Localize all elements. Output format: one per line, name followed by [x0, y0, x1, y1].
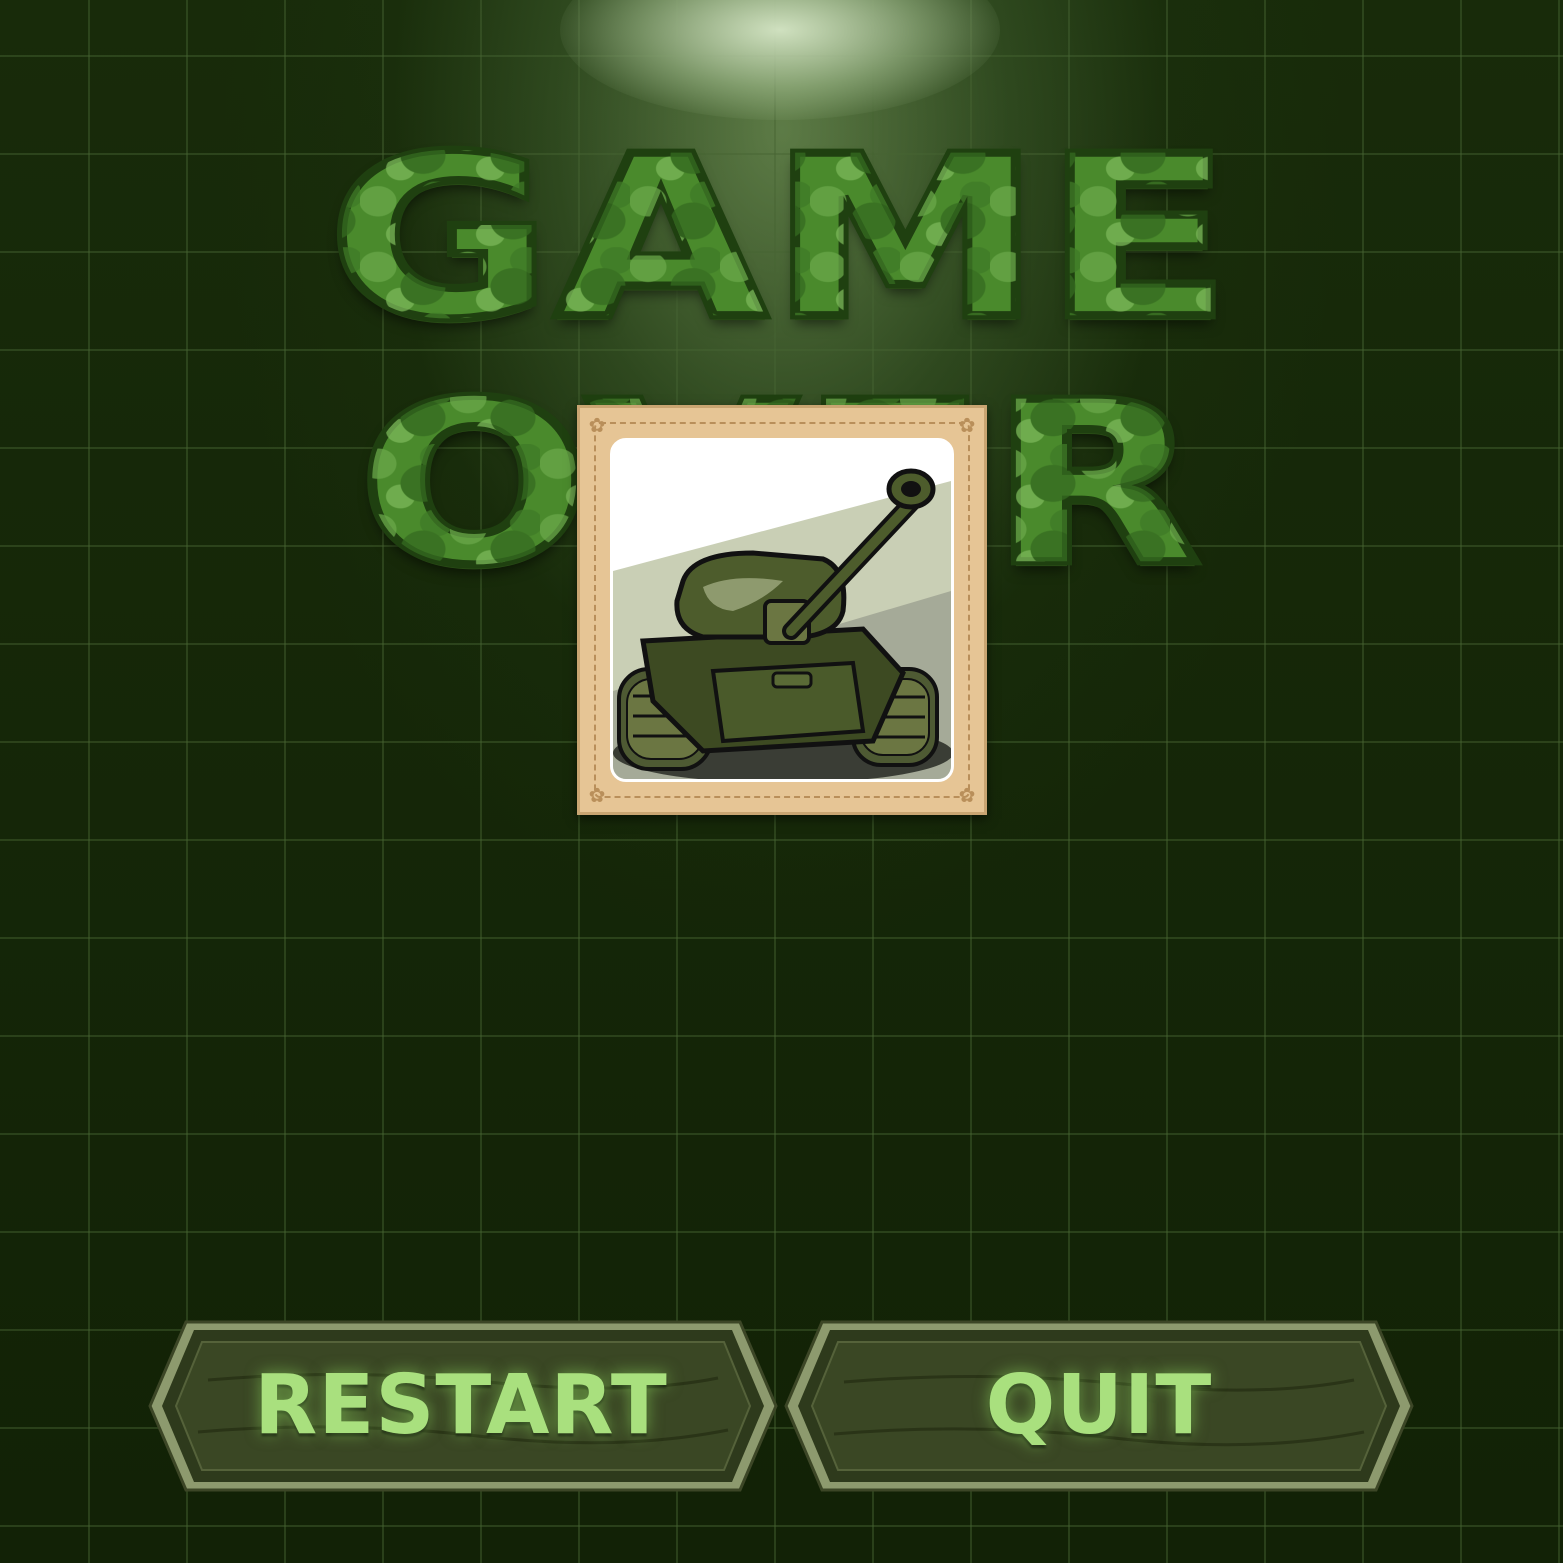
portrait-frame: ✿ ✿ ✿ ✿ — [577, 405, 987, 815]
spotlight — [560, 0, 1000, 120]
restart-button[interactable]: RESTART — [148, 1320, 778, 1492]
frame-corner-ornament-icon: ✿ — [958, 783, 976, 807]
quit-button-label: QUIT — [985, 1358, 1213, 1453]
game-over-screen: GAME OVER GAME OVER ✿ ✿ ✿ ✿ — [0, 0, 1563, 1563]
frame-corner-ornament-icon: ✿ — [588, 413, 606, 437]
quit-button[interactable]: QUIT — [784, 1320, 1414, 1492]
frame-corner-ornament-icon: ✿ — [958, 413, 976, 437]
tank-picture — [610, 438, 954, 782]
restart-button-label: RESTART — [254, 1358, 668, 1453]
frame-corner-ornament-icon: ✿ — [588, 783, 606, 807]
tank-icon — [613, 468, 951, 779]
